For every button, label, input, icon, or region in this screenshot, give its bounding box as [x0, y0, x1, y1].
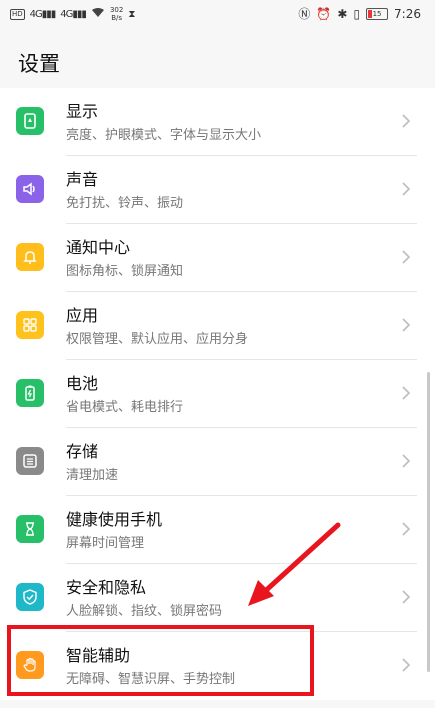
settings-item-battery[interactable]: 电池 省电模式、耗电排行: [0, 360, 435, 428]
page-title: 设置: [18, 52, 60, 76]
vibrate-icon: ▯: [353, 6, 361, 21]
apps-grid-icon: [16, 311, 44, 339]
settings-item-display[interactable]: 显示 亮度、护眼模式、字体与显示大小: [0, 88, 435, 156]
chevron-right-icon: [402, 114, 411, 128]
display-icon: [16, 107, 44, 135]
item-title: 安全和隐私: [66, 578, 147, 597]
scrollbar[interactable]: [427, 372, 430, 672]
signal-icon-2: 4G▮▮▮: [60, 8, 87, 20]
settings-item-digital-balance[interactable]: 健康使用手机 屏幕时间管理: [0, 496, 435, 564]
chevron-right-icon: [402, 454, 411, 468]
status-right: Ⓝ ⏰ ✱ ▯ 15 7:26: [298, 5, 421, 22]
item-title: 声音: [66, 170, 99, 189]
item-title: 通知中心: [66, 238, 131, 257]
item-title: 电池: [66, 374, 99, 393]
item-subtitle: 权限管理、默认应用、应用分身: [66, 332, 249, 347]
network-type-1: 4G: [29, 8, 43, 20]
storage-icon: [16, 447, 44, 475]
chevron-right-icon: [402, 250, 411, 264]
item-subtitle: 图标角标、锁屏通知: [66, 264, 184, 279]
nfc-icon: Ⓝ: [298, 7, 311, 21]
hd-badge: HD: [10, 8, 25, 20]
settings-item-sound[interactable]: 声音 免打扰、铃声、振动: [0, 156, 435, 224]
shield-check-icon: [16, 583, 44, 611]
item-title: 健康使用手机: [66, 510, 163, 529]
network-speed: 302 B/s: [110, 6, 123, 22]
chevron-right-icon: [402, 658, 411, 672]
alarm-icon: ⏰: [316, 6, 332, 21]
status-bar: HD 4G▮▮▮ 4G▮▮▮ 302 B/s ⧗ Ⓝ ⏰ ✱ ▯ 15 7:26: [0, 0, 435, 26]
highlight-box: [7, 625, 314, 696]
item-subtitle: 亮度、护眼模式、字体与显示大小: [66, 128, 262, 143]
chevron-right-icon: [402, 318, 411, 332]
settings-item-notifications[interactable]: 通知中心 图标角标、锁屏通知: [0, 224, 435, 292]
item-title: 应用: [66, 306, 99, 325]
chevron-right-icon: [402, 522, 411, 536]
battery-level: 15: [372, 9, 382, 18]
bluetooth-icon: ✱: [337, 6, 348, 21]
wifi-icon: [91, 7, 105, 21]
item-title: 存储: [66, 442, 99, 461]
item-subtitle: 省电模式、耗电排行: [66, 400, 184, 415]
sound-icon: [16, 175, 44, 203]
network-type-2: 4G: [60, 8, 73, 20]
speed-value: 302: [109, 6, 124, 14]
settings-item-apps[interactable]: 应用 权限管理、默认应用、应用分身: [0, 292, 435, 360]
notification-bell-icon: [16, 243, 44, 271]
item-subtitle: 清理加速: [66, 468, 119, 483]
settings-list: 显示 亮度、护眼模式、字体与显示大小 声音 免打扰、铃声、振动 通知中心 图标角…: [0, 88, 435, 700]
settings-item-security-privacy[interactable]: 安全和隐私 人脸解锁、指纹、锁屏密码: [0, 564, 435, 632]
hourglass-icon: [16, 515, 44, 543]
item-subtitle: 人脸解锁、指纹、锁屏密码: [66, 604, 223, 619]
status-left: HD 4G▮▮▮ 4G▮▮▮ 302 B/s ⧗: [10, 6, 135, 22]
battery-status-icon: 15: [366, 7, 389, 20]
item-subtitle: 屏幕时间管理: [66, 536, 145, 551]
signal-icon: 4G▮▮▮: [29, 8, 57, 20]
settings-item-storage[interactable]: 存储 清理加速: [0, 428, 435, 496]
battery-icon: [16, 379, 44, 407]
clock: 7:26: [394, 6, 421, 21]
item-title: 显示: [66, 102, 99, 121]
hourglass-status-icon: ⧗: [128, 8, 136, 20]
chevron-right-icon: [402, 590, 411, 604]
chevron-right-icon: [402, 182, 411, 196]
chevron-right-icon: [402, 386, 411, 400]
item-subtitle: 免打扰、铃声、振动: [66, 196, 184, 211]
speed-unit: B/s: [111, 14, 123, 22]
